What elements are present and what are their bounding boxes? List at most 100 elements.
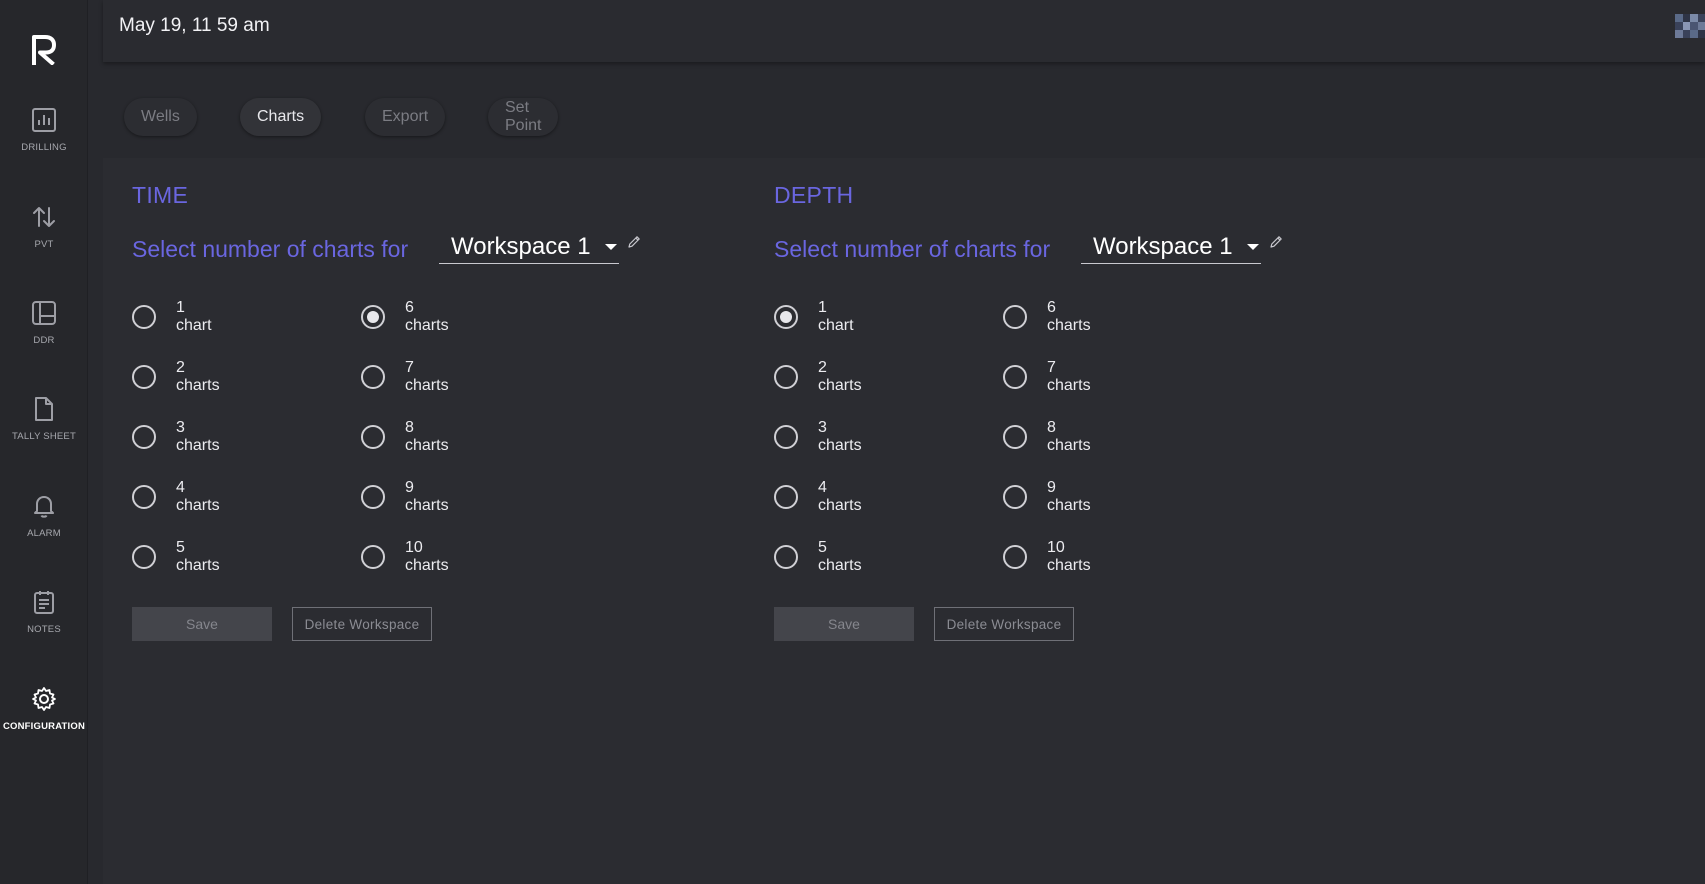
radio-selected-dot bbox=[780, 311, 792, 323]
radio-button[interactable] bbox=[132, 485, 156, 509]
sidebar: DRILLING PVT DDR TALLY SHEET ALARM NOTES… bbox=[0, 0, 88, 884]
radio-button[interactable] bbox=[774, 425, 798, 449]
time-chart-option[interactable]: 6 charts bbox=[361, 299, 449, 334]
depth-chart-option[interactable]: 9 charts bbox=[1003, 479, 1091, 514]
radio-button[interactable] bbox=[361, 545, 385, 569]
sidebar-item-tally-sheet[interactable]: TALLY SHEET bbox=[0, 395, 88, 465]
radio-button[interactable] bbox=[774, 365, 798, 389]
radio-button[interactable] bbox=[1003, 365, 1027, 389]
time-chart-option[interactable]: 10 charts bbox=[361, 539, 449, 574]
depth-chart-option[interactable]: 1 chart bbox=[774, 299, 854, 334]
radio-button[interactable] bbox=[774, 485, 798, 509]
notes-icon bbox=[30, 588, 58, 616]
sidebar-item-label: DRILLING bbox=[21, 142, 67, 153]
radio-button[interactable] bbox=[1003, 545, 1027, 569]
time-chart-option[interactable]: 5 charts bbox=[132, 539, 220, 574]
time-save-button[interactable]: Save bbox=[132, 607, 272, 641]
depth-save-button[interactable]: Save bbox=[774, 607, 914, 641]
bell-icon bbox=[30, 492, 58, 520]
radio-button[interactable] bbox=[774, 305, 798, 329]
radio-label: 3 charts bbox=[818, 419, 862, 454]
sidebar-item-configuration[interactable]: CONFIGURATION bbox=[0, 685, 88, 755]
workspace-value: Workspace 1 bbox=[1093, 233, 1233, 260]
radio-button[interactable] bbox=[132, 425, 156, 449]
sort-arrows-icon bbox=[30, 203, 58, 231]
sidebar-item-drilling[interactable]: DRILLING bbox=[0, 106, 88, 176]
time-chart-option[interactable]: 8 charts bbox=[361, 419, 449, 454]
time-chart-option[interactable]: 1 chart bbox=[132, 299, 212, 334]
radio-button[interactable] bbox=[774, 545, 798, 569]
radio-button[interactable] bbox=[132, 305, 156, 329]
depth-workspace-select[interactable]: Workspace 1 bbox=[1081, 230, 1261, 264]
time-chart-option[interactable]: 2 charts bbox=[132, 359, 220, 394]
tab-charts[interactable]: Charts bbox=[240, 98, 322, 136]
radio-label: 6 charts bbox=[1047, 299, 1091, 334]
workspace-value: Workspace 1 bbox=[451, 233, 591, 260]
radio-button[interactable] bbox=[361, 425, 385, 449]
radio-button[interactable] bbox=[1003, 425, 1027, 449]
depth-chart-option[interactable]: 3 charts bbox=[774, 419, 862, 454]
time-chart-option[interactable]: 3 charts bbox=[132, 419, 220, 454]
tab-export[interactable]: Export bbox=[365, 98, 446, 136]
sidebar-item-pvt[interactable]: PVT bbox=[0, 203, 88, 273]
sidebar-item-alarm[interactable]: ALARM bbox=[0, 492, 88, 562]
gear-icon bbox=[30, 685, 58, 713]
depth-section-title: DEPTH bbox=[774, 182, 854, 208]
depth-select-label: Select number of charts for bbox=[774, 236, 1051, 262]
time-chart-option[interactable]: 4 charts bbox=[132, 479, 220, 514]
document-icon bbox=[30, 395, 58, 423]
depth-chart-option[interactable]: 10 charts bbox=[1003, 539, 1091, 574]
radio-button[interactable] bbox=[1003, 305, 1027, 329]
radio-selected-dot bbox=[367, 311, 379, 323]
pencil-icon[interactable] bbox=[626, 234, 642, 250]
time-select-label: Select number of charts for bbox=[132, 236, 409, 262]
time-chart-option[interactable]: 9 charts bbox=[361, 479, 449, 514]
radio-label: 4 charts bbox=[176, 479, 220, 514]
radio-button[interactable] bbox=[132, 365, 156, 389]
charts-config-panel: TIME Select number of charts for Workspa… bbox=[103, 158, 1705, 884]
radio-button[interactable] bbox=[1003, 485, 1027, 509]
depth-delete-workspace-button[interactable]: Delete Workspace bbox=[934, 607, 1074, 641]
avatar[interactable] bbox=[1675, 14, 1705, 38]
sidebar-item-label: CONFIGURATION bbox=[2, 721, 86, 732]
caret-down-icon bbox=[1247, 244, 1259, 250]
depth-chart-option[interactable]: 8 charts bbox=[1003, 419, 1091, 454]
app-logo[interactable] bbox=[0, 26, 88, 72]
sidebar-item-label: TALLY SHEET bbox=[12, 431, 76, 442]
depth-chart-option[interactable]: 4 charts bbox=[774, 479, 862, 514]
radio-button[interactable] bbox=[361, 485, 385, 509]
depth-chart-option[interactable]: 2 charts bbox=[774, 359, 862, 394]
radio-label: 8 charts bbox=[405, 419, 449, 454]
tab-set-point[interactable]: Set Point bbox=[488, 98, 559, 136]
radio-label: 9 charts bbox=[405, 479, 449, 514]
sidebar-item-label: PVT bbox=[34, 239, 54, 250]
radio-label: 9 charts bbox=[1047, 479, 1091, 514]
sidebar-item-notes[interactable]: NOTES bbox=[0, 588, 88, 658]
radio-button[interactable] bbox=[361, 305, 385, 329]
tab-wells[interactable]: Wells bbox=[124, 98, 197, 136]
depth-chart-option[interactable]: 6 charts bbox=[1003, 299, 1091, 334]
depth-chart-option[interactable]: 5 charts bbox=[774, 539, 862, 574]
radio-label: 2 charts bbox=[818, 359, 862, 394]
radio-button[interactable] bbox=[132, 545, 156, 569]
radio-label: 8 charts bbox=[1047, 419, 1091, 454]
radio-label: 6 charts bbox=[405, 299, 449, 334]
radio-label: 1 chart bbox=[176, 299, 212, 334]
radio-label: 5 charts bbox=[818, 539, 862, 574]
time-delete-workspace-button[interactable]: Delete Workspace bbox=[292, 607, 432, 641]
sidebar-item-ddr[interactable]: DDR bbox=[0, 299, 88, 369]
logo-r-icon bbox=[32, 35, 56, 65]
radio-label: 5 charts bbox=[176, 539, 220, 574]
top-bar: May 19, 11 59 am bbox=[103, 0, 1705, 62]
layout-icon bbox=[30, 299, 58, 327]
radio-label: 7 charts bbox=[405, 359, 449, 394]
radio-label: 7 charts bbox=[1047, 359, 1091, 394]
pencil-icon[interactable] bbox=[1268, 234, 1284, 250]
time-chart-option[interactable]: 7 charts bbox=[361, 359, 449, 394]
depth-chart-option[interactable]: 7 charts bbox=[1003, 359, 1091, 394]
radio-button[interactable] bbox=[361, 365, 385, 389]
sidebar-item-label: DDR bbox=[33, 335, 55, 346]
sidebar-item-label: NOTES bbox=[27, 624, 61, 635]
time-workspace-select[interactable]: Workspace 1 bbox=[439, 230, 619, 264]
current-datetime: May 19, 11 59 am bbox=[119, 15, 270, 36]
